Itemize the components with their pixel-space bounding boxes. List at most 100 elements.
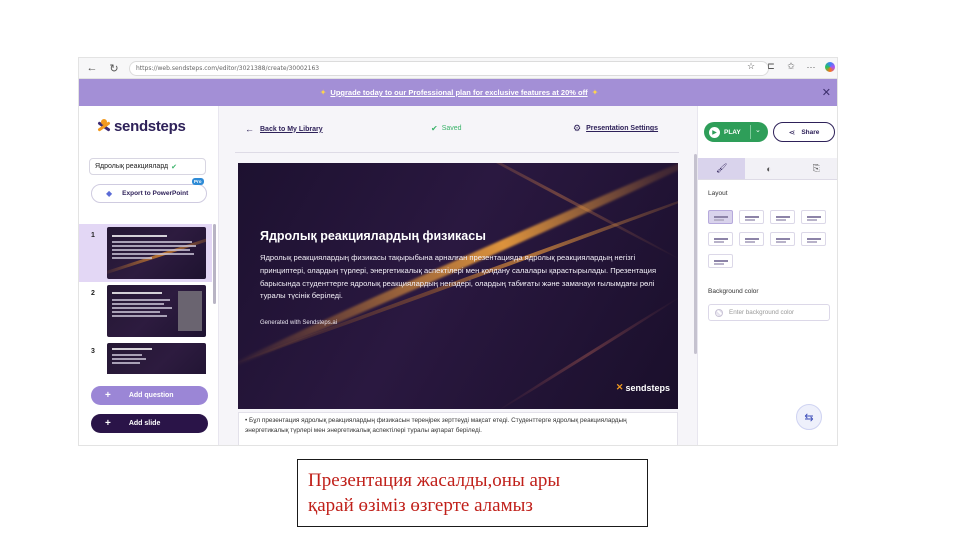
slide-number: 3 [91, 348, 95, 355]
slide-row-2[interactable]: 2 [79, 282, 212, 340]
speaker-notes[interactable]: • Бұл презентация ядролық реакциялардың … [238, 412, 678, 445]
slide-logo: ✕ sendsteps [616, 382, 670, 393]
layout-option[interactable] [770, 210, 795, 224]
layout-option[interactable] [708, 254, 733, 268]
layout-option[interactable] [708, 210, 733, 224]
pro-badge: Pro [192, 178, 204, 185]
slide-canvas[interactable]: Ядролық реакциялардың физикасы Ядролық р… [238, 163, 678, 409]
browser-icons: ☆ ⊏ ✩ ··· [745, 61, 835, 72]
export-label: Export to PowerPoint [122, 190, 189, 197]
slide-title[interactable]: Ядролық реакциялардың физикасы [260, 229, 486, 243]
check-icon: ✔ [431, 124, 438, 133]
chevron-down-icon[interactable]: ⌄ [755, 126, 761, 134]
logo-text: sendsteps [114, 118, 186, 135]
gear-icon: ⚙ [573, 123, 582, 133]
saved-label: Saved [441, 125, 462, 132]
layout-option[interactable] [801, 232, 826, 246]
favorite-star-icon[interactable]: ☆ [745, 61, 757, 72]
back-arrow-icon[interactable]: ← [83, 59, 101, 77]
background-color-input[interactable]: Enter background color [708, 304, 830, 321]
caption-box: Презентация жасалды,оны ары қарай өзіміз… [297, 459, 648, 527]
edit-check-icon: ✔ [171, 163, 178, 171]
brush-icon: 🖌 [715, 163, 728, 173]
presentation-title-field[interactable]: Ядролық реакциялард ✔ [89, 158, 206, 175]
tab-design-brush[interactable]: 🖌 [698, 158, 746, 179]
layout-option[interactable] [770, 232, 795, 246]
play-button[interactable]: ▶ PLAY ⌄ [704, 122, 768, 142]
tab-export[interactable]: ⎘ [793, 158, 837, 179]
editor-canvas-area: ← Back to My Library ✔ Saved ⚙ Presentat… [219, 106, 697, 445]
chat-help-icon[interactable]: ⇆ [796, 404, 822, 430]
right-panel: ▶ PLAY ⌄ ⋖ Share 🖌 ◐ ⎘ Layout Background [697, 106, 837, 445]
color-swatch-icon [715, 308, 723, 317]
export-powerpoint-button[interactable]: ◆ Export to PowerPoint [91, 184, 207, 203]
play-separator [750, 125, 751, 139]
play-label: PLAY [724, 128, 741, 136]
sparkle-icon: ✦ [591, 88, 599, 97]
slide-thumbnail-list: 1 2 3 [79, 224, 212, 374]
layout-label: Layout [708, 190, 728, 197]
layout-option[interactable] [708, 232, 733, 246]
contrast-icon: ◐ [766, 163, 772, 174]
slide-exit-icon: ⎘ [812, 163, 820, 173]
more-icon[interactable]: ··· [805, 62, 817, 72]
slide-row-3[interactable]: 3 [79, 340, 212, 374]
settings-label: Presentation Settings [586, 125, 659, 132]
layout-option[interactable] [739, 232, 764, 246]
add-question-label: Add question [128, 392, 174, 399]
sidebar-scrollbar[interactable] [213, 224, 216, 304]
arrow-left-icon: ← [245, 124, 254, 134]
promo-link[interactable]: Upgrade today to our Professional plan f… [330, 88, 587, 97]
layout-option[interactable] [801, 210, 826, 224]
back-label: Back to My Library [260, 125, 323, 133]
slide-thumbnail[interactable] [107, 343, 206, 374]
slide-body-text[interactable]: Ядролық реакциялардың физикасы тақырыбын… [260, 252, 660, 303]
slide-number: 1 [91, 232, 95, 239]
share-label: Share [801, 128, 820, 136]
slide-logo-text: sendsteps [625, 382, 670, 393]
background-color-label: Background color [708, 288, 759, 295]
caption-line-2: қарай өзіміз өзгерте аламыз [308, 495, 533, 516]
tab-theme[interactable]: ◐ [745, 158, 792, 179]
presentation-title-value: Ядролық реакциялард [95, 163, 169, 170]
back-to-library-link[interactable]: ← Back to My Library [245, 124, 323, 134]
logo-mark-icon: ✕ [615, 382, 624, 392]
notes-text: • Бұл презентация ядролық реакциялардың … [245, 417, 627, 434]
slide-thumbnail[interactable] [107, 285, 206, 337]
browser-toolbar: ← ↻ https://web.sendsteps.com/editor/302… [79, 58, 837, 79]
caption-line-1: Презентация жасалды,оны ары [308, 470, 561, 491]
layout-option[interactable] [739, 210, 764, 224]
plus-icon: + [105, 390, 111, 401]
play-icon: ▶ [709, 126, 720, 138]
divider [235, 152, 679, 153]
copilot-icon[interactable] [825, 61, 835, 72]
add-slide-label: Add slide [128, 420, 161, 427]
slide-thumbnail[interactable] [107, 227, 206, 279]
add-question-button[interactable]: + Add question [91, 386, 208, 405]
presentation-settings-link[interactable]: ⚙ Presentation Settings [573, 123, 658, 134]
slide-credit: Generated with Sendsteps.ai [260, 320, 338, 326]
slide-row-1[interactable]: 1 [79, 224, 212, 282]
background-placeholder: Enter background color [729, 309, 795, 316]
close-icon[interactable]: ✕ [822, 86, 831, 99]
saved-status: ✔ Saved [431, 124, 462, 133]
add-slide-button[interactable]: + Add slide [91, 414, 208, 433]
slide-number: 2 [91, 290, 95, 297]
panel-tabs: 🖌 ◐ ⎘ [698, 158, 837, 180]
address-bar[interactable]: https://web.sendsteps.com/editor/3021388… [129, 61, 769, 76]
notes-content: Бұл презентация ядролық реакциялардың фи… [245, 417, 627, 434]
reload-icon[interactable]: ↻ [105, 59, 123, 77]
share-icon: ⋖ [788, 127, 796, 137]
url-text: https://web.sendsteps.com/editor/3021388… [136, 65, 320, 72]
powerpoint-gem-icon: ◆ [106, 189, 113, 198]
plus-icon: + [105, 418, 111, 429]
reading-icon[interactable]: ⊏ [765, 61, 777, 72]
favorites-icon[interactable]: ✩ [785, 61, 797, 72]
logo-mark-icon [97, 118, 111, 135]
share-button[interactable]: ⋖ Share [773, 122, 835, 142]
app-screenshot: ← ↻ https://web.sendsteps.com/editor/302… [78, 57, 838, 446]
sparkle-icon: ✦ [319, 88, 327, 97]
sendsteps-logo[interactable]: sendsteps [97, 118, 186, 135]
left-sidebar: sendsteps Ядролық реакциялард ✔ ◆ Export… [79, 106, 219, 445]
promo-banner: ✦ Upgrade today to our Professional plan… [79, 79, 837, 106]
